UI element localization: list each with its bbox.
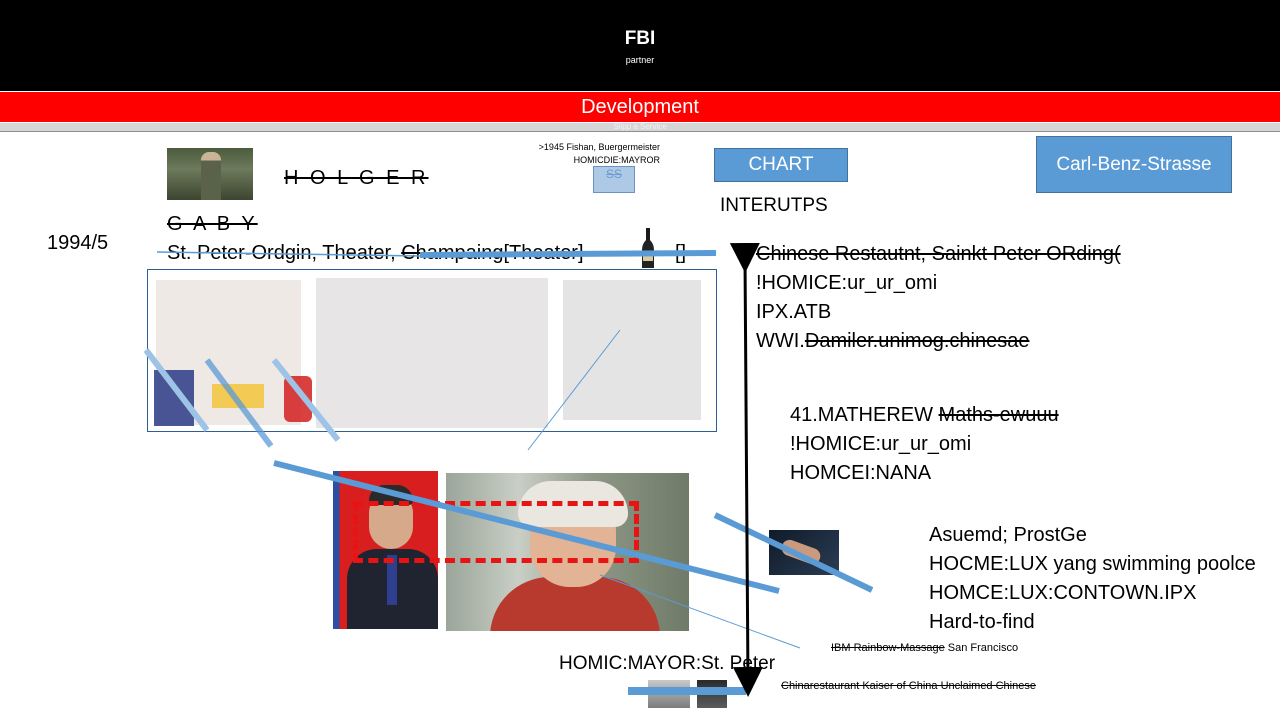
restaurant-item: WWI.Damiler.unimog.chinesae — [756, 330, 1030, 352]
theater-line: St. Peter-Ordgin, Theater, Champaing[The… — [167, 242, 584, 265]
photo-hand — [769, 530, 839, 575]
restaurant-list: Chinese Restautnt, Sainkt Peter ORding( … — [756, 240, 1121, 356]
thin-band-text: Slipp a Service — [613, 122, 667, 131]
ss-box: SS — [593, 166, 635, 193]
math-item: HOMCEI:NANA — [790, 462, 932, 484]
header-subtitle: partner — [625, 55, 655, 65]
vertical-arrow — [729, 242, 763, 697]
faded-photo-3 — [563, 280, 701, 420]
asuemd-item: Asuemd; ProstGe — [929, 524, 1087, 546]
theater-struck: Champaing[Theater] — [401, 242, 584, 264]
soda-can — [284, 376, 312, 422]
candy-bag — [212, 384, 264, 408]
restaurant-item: IPX.ATB — [756, 301, 832, 323]
chips-can — [154, 370, 194, 426]
theater-plain: St. Peter-Ordgin, Theater, — [167, 242, 402, 264]
collage-frame — [147, 269, 717, 432]
interutps-label: INTERUTPS — [720, 195, 828, 216]
brackets-label: [] — [675, 242, 687, 264]
asuemd-list: Asuemd; ProstGe HOCME:LUX yang swimming … — [929, 521, 1256, 637]
header-title: FBI — [624, 28, 656, 49]
photo-holger — [167, 148, 253, 200]
math-list: 41.MATHEREW Maths-ewuuu !HOMICE:ur_ur_om… — [790, 401, 1059, 488]
red-dashed-box — [353, 501, 639, 563]
ibm-plain: San Francisco — [944, 642, 1019, 654]
math-item: 41.MATHEREW Maths-ewuuu — [790, 404, 1059, 426]
holger-label: H O L G E R — [284, 167, 429, 189]
fishan-note: >1945 Fishan, Buergermeister HOMICDIE:MA… — [510, 141, 660, 167]
math-item: !HOMICE:ur_ur_omi — [790, 433, 972, 455]
fishan-line-1: >1945 Fishan, Buergermeister — [538, 142, 660, 152]
bottle-icon — [642, 228, 654, 268]
fishan-line-2: HOMICDIE:MAYROR — [573, 155, 660, 165]
chart-button[interactable]: CHART — [714, 148, 848, 182]
asuemd-item: HOMCE:LUX:CONTOWN.IPX — [929, 582, 1197, 604]
restaurant-item: Chinese Restautnt, Sainkt Peter ORding( — [756, 243, 1121, 265]
bottom-blue-bar — [628, 687, 746, 695]
asuemd-item: Hard-to-find — [929, 611, 1035, 633]
date-label: 1994/5 — [47, 232, 109, 254]
gaby-label: G A B Y — [167, 213, 258, 235]
asuemd-item: HOCME:LUX yang swimming poolce — [929, 553, 1256, 575]
ibm-struck: IBM Rainbow-Massage — [831, 642, 945, 654]
development-label: Development — [581, 96, 699, 118]
restaurant-item: !HOMICE:ur_ur_omi — [756, 272, 938, 294]
chinarestaurant-line: Chinarestaurant Kaiser of China Unclaime… — [781, 680, 1036, 692]
homic-mayor-label: HOMIC:MAYOR:St. Peter — [559, 653, 776, 674]
faded-photo-2 — [316, 278, 548, 428]
carl-benz-strasse-button[interactable]: Carl-Benz-Strasse — [1036, 136, 1232, 193]
ibm-line: IBM Rainbow-Massage San Francisco — [831, 642, 1018, 654]
